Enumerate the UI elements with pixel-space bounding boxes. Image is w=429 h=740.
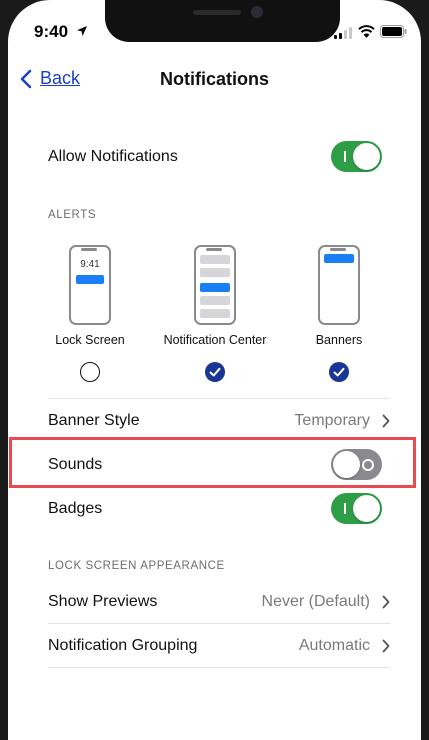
checkmark-icon xyxy=(333,367,345,377)
alert-option-lock-screen[interactable]: 9:41 Lock Screen xyxy=(30,245,150,382)
wifi-icon xyxy=(358,25,375,43)
lock-screen-radio[interactable] xyxy=(80,362,100,382)
show-previews-label: Show Previews xyxy=(48,593,158,610)
battery-icon xyxy=(380,25,407,43)
allow-notifications-toggle[interactable] xyxy=(331,141,382,172)
navigation-bar: Back Notifications xyxy=(8,64,421,94)
alert-option-label: Notification Center xyxy=(163,333,267,347)
device-frame: 9:40 Back Notifications Allow Notificati… xyxy=(0,0,429,740)
preview-time: 9:41 xyxy=(80,259,100,270)
badges-label: Badges xyxy=(48,500,103,517)
banner-style-value: Temporary xyxy=(294,412,370,429)
alert-option-notification-center[interactable]: Notification Center xyxy=(155,245,275,382)
screen: 9:40 Back Notifications Allow Notificati… xyxy=(8,0,421,740)
notification-center-preview-icon xyxy=(194,245,236,325)
banner-style-label: Banner Style xyxy=(48,412,140,429)
location-arrow-icon xyxy=(76,24,88,42)
divider xyxy=(48,667,390,668)
allow-notifications-label: Allow Notifications xyxy=(48,148,178,165)
badges-toggle[interactable] xyxy=(331,493,382,524)
chevron-right-icon xyxy=(382,639,390,653)
notification-grouping-value: Automatic xyxy=(298,637,370,654)
checkmark-icon xyxy=(209,367,221,377)
sounds-highlight-box xyxy=(9,437,416,488)
alert-option-label: Lock Screen xyxy=(55,333,125,347)
lock-screen-appearance-section-header: LOCK SCREEN APPEARANCE xyxy=(48,560,225,572)
show-previews-row[interactable]: Show Previews Never (Default) xyxy=(48,580,390,624)
chevron-right-icon xyxy=(382,414,390,428)
alert-option-banners[interactable]: Banners xyxy=(279,245,399,382)
banners-radio[interactable] xyxy=(329,362,349,382)
notch xyxy=(105,0,340,42)
show-previews-value: Never (Default) xyxy=(261,593,370,610)
banners-preview-icon xyxy=(318,245,360,325)
lock-screen-preview-icon: 9:41 xyxy=(69,245,111,325)
chevron-right-icon xyxy=(382,595,390,609)
alerts-section-header: ALERTS xyxy=(48,209,97,221)
page-title: Notifications xyxy=(159,69,269,89)
notification-grouping-row[interactable]: Notification Grouping Automatic xyxy=(48,624,390,668)
alert-option-label: Banners xyxy=(315,333,363,347)
status-time: 9:40 xyxy=(34,22,69,41)
notification-grouping-label: Notification Grouping xyxy=(48,637,198,654)
notification-center-radio[interactable] xyxy=(205,362,225,382)
